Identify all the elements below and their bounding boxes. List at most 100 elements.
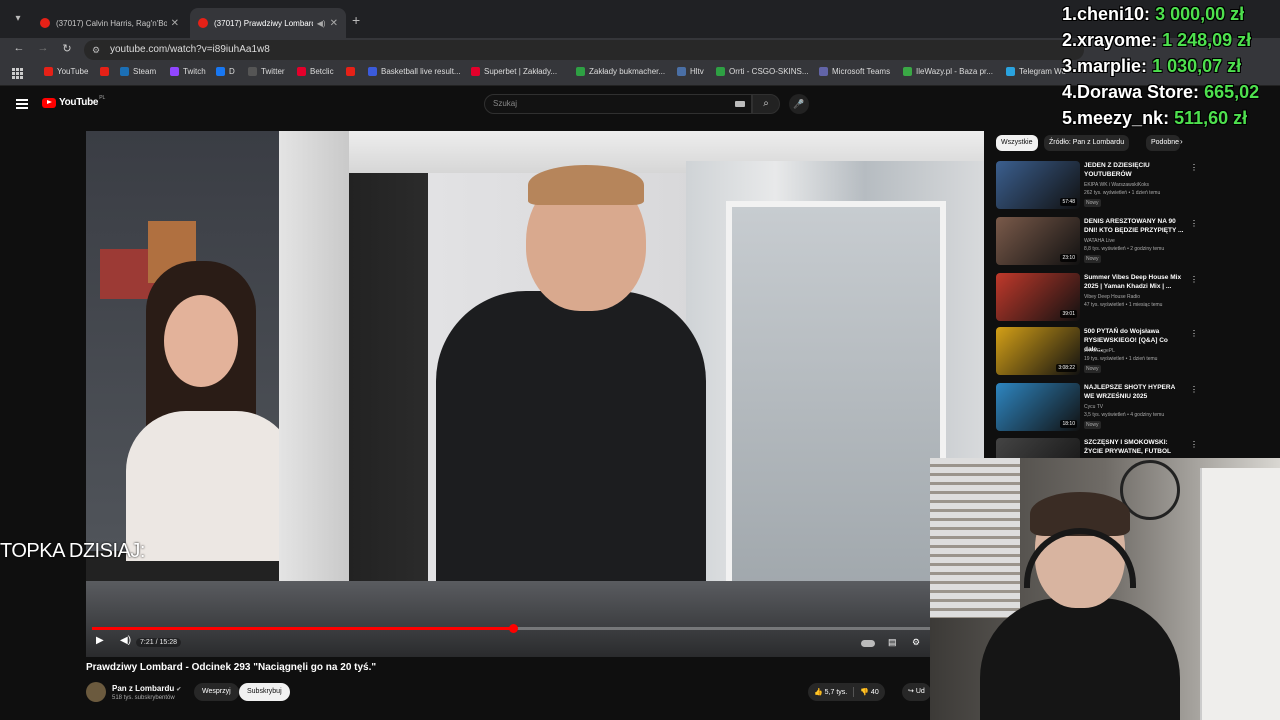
video-thumbnail[interactable]: 39:01 [996, 273, 1080, 321]
subscribe-button[interactable]: Subskrybuj [239, 683, 290, 701]
video-progress-bar[interactable] [92, 624, 978, 633]
youtube-logo[interactable]: YouTube PL [42, 95, 105, 108]
recommendation-channel[interactable]: EKIPA WK i WarszawskiKoks [1084, 182, 1149, 188]
chip-all[interactable]: Wszystkie [996, 135, 1038, 151]
browser-tab-active[interactable]: (37017) Prawdziwy Lombard ◀) ✕ [190, 8, 346, 38]
channel-avatar[interactable] [86, 682, 106, 702]
bookmark-label: Basketball live result... [381, 67, 461, 76]
more-options-icon[interactable]: ⋮ [1190, 163, 1198, 172]
video-player[interactable]: ▶ ◀) 7:21 / 15:28 ▤ ⚙ [86, 131, 984, 657]
bookmark-item[interactable]: Hltv [677, 67, 704, 76]
recommendation-item[interactable]: 18:10 NAJLEPSZE SHOTY HYPERA WE WRZEŚNIU … [996, 383, 1198, 435]
bookmark-item[interactable]: Zakłady bukmacher... [576, 67, 665, 76]
recommendation-item[interactable]: 57:48 JEDEN Z DZIESIĘCIU YOUTUBERÓW EKIPA … [996, 161, 1198, 213]
new-badge: Nowy [1084, 199, 1101, 207]
chip-source[interactable]: Źródło: Pan z Lombardu [1044, 135, 1130, 151]
chip-similar[interactable]: Podobne [1146, 135, 1180, 151]
apps-grid-icon[interactable] [12, 68, 23, 79]
chevron-right-icon[interactable]: › [1180, 137, 1183, 146]
bookmark-label: Hltv [690, 67, 704, 76]
share-button[interactable]: ↪ Ud [902, 683, 931, 701]
bookmark-item[interactable]: Twitter [248, 67, 285, 76]
volume-icon[interactable]: ◀) [120, 635, 131, 646]
recommendation-item[interactable]: 3:08:22 500 PYTAŃ do Wojsława RYSIEWSKIEG… [996, 327, 1198, 379]
back-arrow-icon[interactable]: ← [12, 42, 26, 54]
recommendation-channel[interactable]: Cycu TV [1084, 404, 1103, 410]
more-options-icon[interactable]: ⋮ [1190, 275, 1198, 284]
recommendation-title[interactable]: Summer Vibes Deep House Mix 2025 | Yaman… [1084, 273, 1184, 291]
channel-name[interactable]: Pan z Lombardu ✔ [112, 684, 181, 693]
bookmark-item[interactable]: Basketball live result... [368, 67, 461, 76]
video-thumbnail[interactable]: 57:48 [996, 161, 1080, 209]
more-options-icon[interactable]: ⋮ [1190, 329, 1198, 338]
like-icon[interactable]: 👍 [814, 688, 823, 696]
bookmark-item[interactable]: Orrti - CSGO-SKINS... [716, 67, 809, 76]
bookmark-favicon-icon [170, 67, 179, 76]
bookmark-item[interactable]: Twitch [170, 67, 206, 76]
recommendation-title[interactable]: DENIS ARESZTOWANY NA 90 DNI! KTO BĘDZIE … [1084, 217, 1184, 235]
video-thumbnail[interactable]: 23:10 [996, 217, 1080, 265]
recommendation-item[interactable]: 23:10 DENIS ARESZTOWANY NA 90 DNI! KTO BĘ… [996, 217, 1198, 269]
recommendation-item[interactable]: 39:01 Summer Vibes Deep House Mix 2025 | … [996, 273, 1198, 325]
browser-tab[interactable]: (37017) Calvin Harris, Rag'n'Bone Man ✕ [32, 8, 187, 38]
recommendation-item[interactable]: SZCZĘSNY I SMOKOWSKI: ŻYCIE PRYWATNE, FU… [996, 438, 1196, 458]
recommendation-views: 19 tys. wyświetleń • 1 dzień temu [1084, 356, 1158, 362]
video-thumbnail[interactable]: 3:08:22 [996, 327, 1080, 375]
bookmark-item[interactable]: IleWazy.pl - Baza pr... [903, 67, 993, 76]
youtube-favicon-icon [198, 18, 208, 28]
voice-search-icon[interactable]: 🎤 [789, 94, 809, 114]
autoplay-toggle[interactable] [861, 640, 875, 647]
bookmark-label: Twitter [261, 67, 285, 76]
settings-gear-icon[interactable]: ⚙ [912, 637, 920, 648]
bookmark-item[interactable]: D [216, 67, 235, 76]
screen: { "browser": { "tabs": [ {"title": "(370… [0, 0, 1280, 720]
video-thumbnail[interactable]: 18:10 [996, 383, 1080, 431]
bookmark-item[interactable]: Steam [120, 67, 156, 76]
address-bar[interactable]: ⚙ youtube.com/watch?v=i89iuhAa1w8 [84, 40, 1084, 60]
search-input[interactable]: Szukaj [484, 94, 752, 114]
bookmark-item[interactable] [346, 67, 359, 76]
dislike-count[interactable]: 40 [871, 689, 879, 696]
bookmark-label: Orrti - CSGO-SKINS... [729, 67, 809, 76]
bookmark-label: Telegram We [1019, 67, 1066, 76]
search-button[interactable]: ⌕ [752, 94, 780, 114]
bookmark-favicon-icon [716, 67, 725, 76]
recommendation-channel[interactable]: InTheCagePL [1084, 348, 1115, 354]
dislike-icon[interactable]: 👎 [860, 688, 869, 696]
play-icon[interactable]: ▶ [96, 635, 104, 646]
bookmark-item[interactable]: Microsoft Teams [819, 67, 890, 76]
bookmark-favicon-icon [44, 67, 53, 76]
recommendation-views: 8,8 tys. wyświetleń • 2 godziny temu [1084, 246, 1165, 252]
close-tab-icon[interactable]: ✕ [330, 18, 338, 29]
bookmark-item[interactable]: YouTube [44, 67, 88, 76]
bookmark-item[interactable]: Telegram We [1006, 67, 1066, 76]
menu-icon[interactable] [16, 99, 28, 109]
time-display: 7:21 / 15:28 [136, 638, 181, 647]
more-options-icon[interactable]: ⋮ [1190, 219, 1198, 228]
recommendation-title[interactable]: SZCZĘSNY I SMOKOWSKI: ŻYCIE PRYWATNE, FU… [1084, 438, 1184, 456]
recommendation-title[interactable]: JEDEN Z DZIESIĘCIU YOUTUBERÓW [1084, 161, 1184, 179]
new-tab-icon[interactable]: + [352, 12, 360, 28]
bookmark-item[interactable]: Betclic [297, 67, 334, 76]
more-options-icon[interactable]: ⋮ [1190, 385, 1198, 394]
leaderboard-name: cheni10: [1077, 4, 1151, 24]
speaker-icon[interactable]: ◀) [317, 19, 326, 28]
subtitles-icon[interactable]: ▤ [888, 637, 897, 648]
site-info-icon[interactable]: ⚙ [92, 40, 100, 60]
recommendation-channel[interactable]: WATAHA Live [1084, 238, 1115, 244]
tab-search-icon[interactable]: ▾ [8, 10, 28, 28]
bookmark-item[interactable]: Superbet | Zakłady... [471, 67, 557, 76]
video-duration: 23:10 [1060, 254, 1077, 262]
forward-arrow-icon[interactable]: → [36, 42, 50, 54]
like-count[interactable]: 5,7 tys. [825, 689, 848, 696]
keyboard-icon[interactable] [735, 101, 745, 107]
more-options-icon[interactable]: ⋮ [1190, 440, 1196, 449]
recommendation-title[interactable]: NAJLEPSZE SHOTY HYPERA WE WRZEŚNIU 2025 [1084, 383, 1184, 401]
bookmark-item[interactable] [100, 67, 113, 76]
video-thumbnail[interactable] [996, 438, 1080, 458]
bookmark-favicon-icon [216, 67, 225, 76]
recommendation-channel[interactable]: Vibey Deep House Radio [1084, 294, 1140, 300]
support-button[interactable]: Wesprzyj [194, 683, 239, 701]
close-tab-icon[interactable]: ✕ [171, 18, 179, 29]
reload-icon[interactable]: ↻ [60, 42, 74, 55]
